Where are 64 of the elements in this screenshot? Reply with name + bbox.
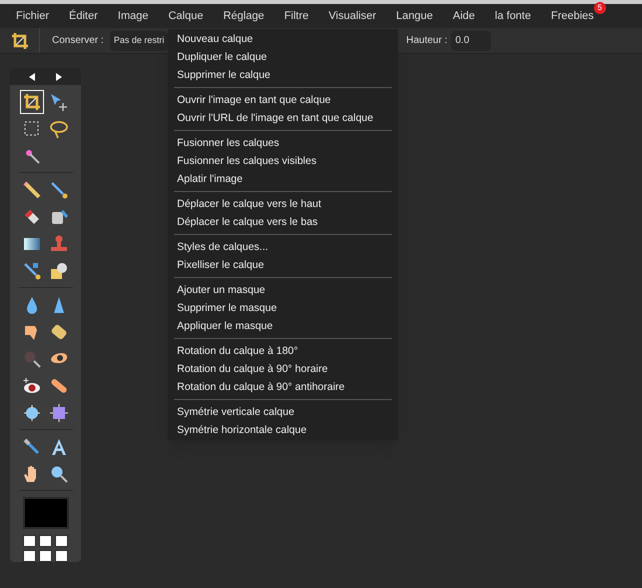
shapes-icon [49, 261, 69, 281]
dropdown-item[interactable]: Appliquer le masque [174, 317, 392, 335]
menu-item[interactable]: Fichier [16, 8, 50, 24]
eyedropper-icon [22, 437, 42, 457]
letter-icon [49, 437, 69, 457]
dropdown-item[interactable]: Fusionner les calques [174, 134, 392, 152]
dropdown-item[interactable]: Styles de calques... [174, 238, 392, 256]
dropdown-item[interactable]: Fusionner les calques visibles [174, 152, 392, 170]
dropdown-item[interactable]: Ouvrir l'image en tant que calque [174, 91, 392, 109]
arrow-move-icon [49, 92, 69, 112]
palette-square[interactable] [23, 535, 36, 547]
dropdown-item[interactable]: Ouvrir l'URL de l'image en tant que calque [174, 109, 392, 127]
color-swatch[interactable] [22, 497, 68, 529]
tool-button[interactable] [47, 401, 71, 425]
menu-item[interactable]: Éditer [69, 8, 98, 24]
menu-item[interactable]: Réglage [223, 8, 264, 24]
circle-icon [22, 403, 42, 423]
palette-square[interactable] [55, 535, 68, 547]
zoom-icon [49, 464, 69, 484]
height-label: Hauteur : [406, 34, 448, 48]
palette-square[interactable] [55, 550, 68, 562]
crop-icon [10, 30, 30, 50]
dropdown-item[interactable]: Pixelliser le calque [174, 256, 392, 274]
eye-icon [22, 376, 42, 396]
dropdown-item[interactable]: Déplacer le calque vers le haut [174, 195, 392, 213]
menu-item[interactable]: Langue [396, 8, 433, 24]
dropdown-item[interactable]: Dupliquer le calque [174, 48, 392, 66]
keep-label: Conserver : [52, 34, 104, 48]
palette-square[interactable] [23, 550, 36, 562]
palette-square[interactable] [39, 550, 52, 562]
menu-item[interactable]: Calque [168, 8, 204, 24]
dropdown-item[interactable]: Rotation du calque à 90° horaire [174, 360, 392, 378]
pencil-icon [22, 180, 42, 200]
dropdown-item[interactable]: Symétrie verticale calque [174, 403, 392, 421]
menu-item[interactable]: Image [118, 8, 148, 24]
magnifier-icon [22, 349, 42, 369]
menu-item[interactable]: la fonte [494, 8, 531, 24]
stamp-icon [49, 234, 69, 254]
tool-button[interactable] [20, 90, 44, 114]
dropdown-item[interactable]: Déplacer le calque vers le bas [174, 213, 392, 231]
left-arrow-icon[interactable] [28, 72, 35, 80]
palette-square[interactable] [39, 535, 52, 547]
menu-item[interactable]: Aide [452, 8, 475, 24]
height-field[interactable]: 0.0 [451, 30, 492, 50]
square-icon [49, 403, 69, 423]
dropdown-item[interactable]: Ajouter un masque [174, 281, 392, 299]
brush-icon [22, 261, 42, 281]
menu-item[interactable]: Visualiser [328, 8, 376, 24]
dropdown-item[interactable]: Nouveau calque [174, 30, 392, 48]
paint-bucket-icon [49, 207, 69, 227]
brush-icon [49, 180, 69, 200]
notification-badge: 5 [594, 2, 606, 14]
menu-item[interactable]: Freebies [550, 8, 594, 24]
dropdown-item[interactable]: Rotation du calque à 90° antihoraire [174, 378, 392, 396]
dropdown-item[interactable]: Symétrie horizontale calque [174, 421, 392, 439]
dropdown-item[interactable]: Supprimer le calque [174, 66, 392, 84]
lasso-icon [49, 119, 69, 139]
right-arrow-icon[interactable] [56, 72, 62, 80]
dropdown-item[interactable]: Rotation du calque à 180° [174, 342, 392, 360]
menu-item[interactable]: Filtre [284, 8, 309, 24]
dropdown-item[interactable]: Supprimer le masque [174, 299, 392, 317]
ratio-select[interactable]: Pas de restri [110, 30, 168, 50]
crop-icon [22, 92, 42, 112]
dropdown-item[interactable]: Aplatir l'image [174, 170, 392, 188]
